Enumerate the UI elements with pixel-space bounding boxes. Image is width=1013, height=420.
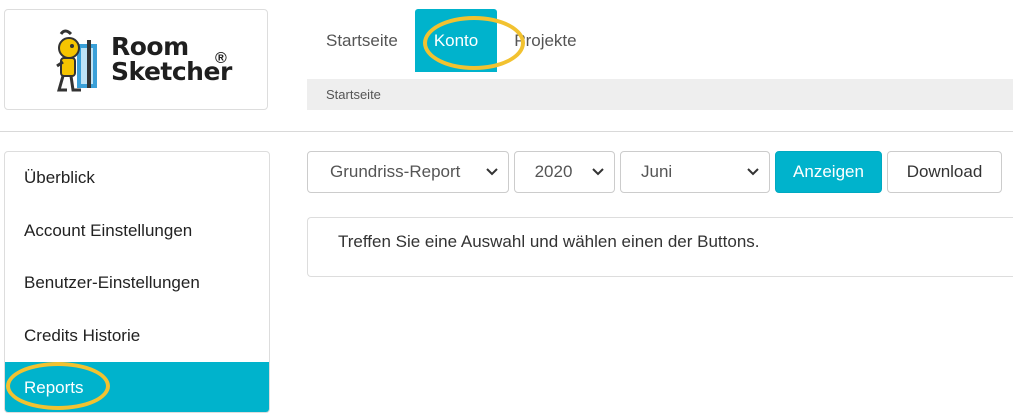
tab-startseite[interactable]: Startseite [309,9,415,72]
header-divider [0,131,1013,132]
top-navigation: Startseite Konto Projekte [309,9,594,72]
sidebar-item-label: Überblick [24,168,95,188]
breadcrumb-item[interactable]: Startseite [326,87,381,102]
sidebar-item-label: Benutzer-Einstellungen [24,273,200,293]
show-button[interactable]: Anzeigen [775,151,882,193]
tab-konto[interactable]: Konto [414,9,498,72]
tab-label: Startseite [326,30,398,50]
sidebar-item-label: Account Einstellungen [24,220,193,240]
sidebar-item-ueberblick[interactable]: Überblick [5,152,269,205]
logo[interactable]: Room Sketcher ® [4,9,268,110]
registered-mark: ® [215,50,227,67]
month-select[interactable]: Juni [620,151,770,193]
chevron-down-icon [747,168,759,176]
download-button[interactable]: Download [887,151,1002,193]
select-value: 2020 [534,162,573,181]
sidebar-item-label: Credits Historie [24,325,141,345]
sidebar: Überblick Account Einstellungen Benutzer… [4,151,270,413]
sidebar-item-benutzer-einstellungen[interactable]: Benutzer-Einstellungen [5,257,269,310]
sidebar-item-label: Reports [24,378,84,398]
breadcrumb: Startseite [307,79,1013,110]
tab-label: Konto [433,30,479,50]
chevron-down-icon [486,168,498,176]
tab-label: Projekte [514,30,577,50]
year-select[interactable]: 2020 [514,151,615,193]
tab-projekte[interactable]: Projekte [497,9,593,72]
roomsketcher-mascot-icon [51,26,107,101]
info-message-box: Treffen Sie eine Auswahl und wählen eine… [307,217,1013,277]
chevron-down-icon [592,168,604,176]
logo-line2: Sketcher [111,57,232,86]
sidebar-item-account-einstellungen[interactable]: Account Einstellungen [5,205,269,258]
select-value: Grundriss-Report [330,162,461,181]
sidebar-item-reports[interactable]: Reports [5,362,269,412]
report-controls: Grundriss-Report 2020 Juni Anzeigen Down… [307,151,1002,193]
sidebar-item-credits-historie[interactable]: Credits Historie [5,310,269,363]
logo-wordmark: Room Sketcher [111,34,232,84]
info-message: Treffen Sie eine Auswahl und wählen eine… [338,232,760,251]
report-type-select[interactable]: Grundriss-Report [307,151,509,193]
select-value: Juni [641,162,673,181]
